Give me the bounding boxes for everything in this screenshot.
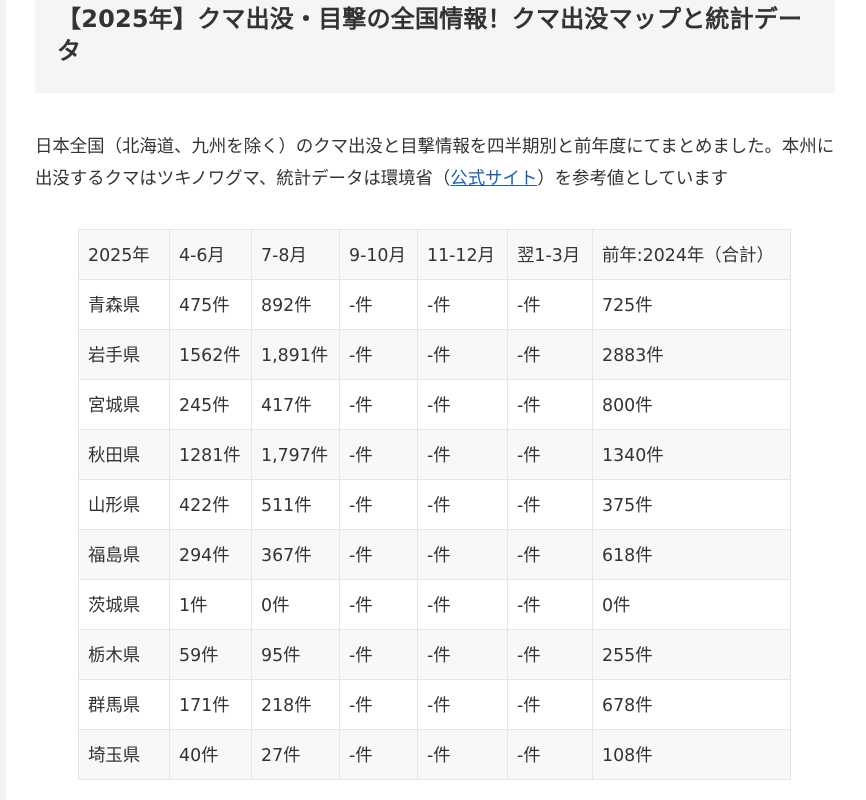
table-row: 青森県 475件 892件 -件 -件 -件 725件 — [78, 279, 791, 330]
table-cell: 892件 — [251, 279, 340, 330]
table-cell: 1,797件 — [251, 429, 340, 480]
table-cell: 422件 — [169, 479, 252, 530]
prefecture-cell: 栃木県 — [78, 629, 170, 680]
header-nov-dec: 11-12月 — [417, 229, 508, 280]
bear-sighting-table-wrapper: 2025年 4-6月 7-8月 9-10月 11-12月 翌1-3月 前年:20… — [78, 229, 791, 780]
table-cell: -件 — [507, 679, 593, 730]
table-cell: 108件 — [592, 729, 791, 780]
header-next-jan-mar: 翌1-3月 — [507, 229, 593, 280]
prefecture-cell: 埼玉県 — [78, 729, 170, 780]
official-site-link[interactable]: 公式サイト — [450, 169, 537, 189]
prefecture-cell: 青森県 — [78, 279, 170, 330]
table-cell: -件 — [417, 529, 508, 580]
table-cell: -件 — [339, 629, 418, 680]
intro-text-after-link: ）を参考値としています — [537, 169, 729, 189]
table-cell: 27件 — [251, 729, 340, 780]
table-cell: 294件 — [169, 529, 252, 580]
table-cell: -件 — [339, 379, 418, 430]
table-row: 岩手県 1562件 1,891件 -件 -件 -件 2883件 — [78, 329, 791, 380]
table-row: 宮城県 245件 417件 -件 -件 -件 800件 — [78, 379, 791, 430]
table-cell: -件 — [339, 329, 418, 380]
table-cell: 800件 — [592, 379, 791, 430]
table-cell: -件 — [339, 429, 418, 480]
section-heading: 【2025年】クマ出没・目撃の全国情報！クマ出没マップと統計データ — [57, 5, 803, 65]
prefecture-cell: 秋田県 — [78, 429, 170, 480]
section-heading-box: 【2025年】クマ出没・目撃の全国情報！クマ出没マップと統計データ — [35, 0, 835, 93]
table-cell: 475件 — [169, 279, 252, 330]
table-cell: 1件 — [169, 579, 252, 630]
table-cell: -件 — [339, 279, 418, 330]
table-cell: -件 — [417, 329, 508, 380]
bear-sighting-table: 2025年 4-6月 7-8月 9-10月 11-12月 翌1-3月 前年:20… — [78, 229, 791, 780]
table-cell: 367件 — [251, 529, 340, 580]
table-cell: -件 — [507, 479, 593, 530]
header-jul-aug: 7-8月 — [251, 229, 340, 280]
header-prev-year-total: 前年:2024年（合計） — [592, 229, 791, 280]
article-page: 【2025年】クマ出没・目撃の全国情報！クマ出没マップと統計データ 日本全国（北… — [6, 0, 866, 800]
table-cell: -件 — [507, 529, 593, 580]
table-row: 山形県 422件 511件 -件 -件 -件 375件 — [78, 479, 791, 530]
prefecture-cell: 福島県 — [78, 529, 170, 580]
table-row: 埼玉県 40件 27件 -件 -件 -件 108件 — [78, 729, 791, 780]
prefecture-cell: 茨城県 — [78, 579, 170, 630]
table-cell: -件 — [339, 529, 418, 580]
table-cell: 59件 — [169, 629, 252, 680]
table-cell: 255件 — [592, 629, 791, 680]
prefecture-cell: 岩手県 — [78, 329, 170, 380]
table-row: 栃木県 59件 95件 -件 -件 -件 255件 — [78, 629, 791, 680]
table-cell: 1,891件 — [251, 329, 340, 380]
table-cell: -件 — [507, 329, 593, 380]
table-row: 福島県 294件 367件 -件 -件 -件 618件 — [78, 529, 791, 580]
table-cell: -件 — [507, 429, 593, 480]
table-header-row: 2025年 4-6月 7-8月 9-10月 11-12月 翌1-3月 前年:20… — [78, 229, 791, 280]
table-cell: 511件 — [251, 479, 340, 530]
table-cell: 2883件 — [592, 329, 791, 380]
table-cell: 245件 — [169, 379, 252, 430]
table-cell: 678件 — [592, 679, 791, 730]
table-cell: -件 — [417, 579, 508, 630]
table-cell: -件 — [339, 479, 418, 530]
prefecture-cell: 群馬県 — [78, 679, 170, 730]
table-row: 群馬県 171件 218件 -件 -件 -件 678件 — [78, 679, 791, 730]
table-cell: -件 — [507, 379, 593, 430]
table-cell: -件 — [339, 679, 418, 730]
table-cell: 0件 — [251, 579, 340, 630]
table-cell: -件 — [417, 629, 508, 680]
table-cell: 0件 — [592, 579, 791, 630]
table-cell: -件 — [507, 579, 593, 630]
table-row: 茨城県 1件 0件 -件 -件 -件 0件 — [78, 579, 791, 630]
header-sep-oct: 9-10月 — [339, 229, 418, 280]
table-row: 秋田県 1281件 1,797件 -件 -件 -件 1340件 — [78, 429, 791, 480]
table-cell: -件 — [507, 629, 593, 680]
table-cell: -件 — [417, 479, 508, 530]
table-cell: -件 — [507, 729, 593, 780]
header-apr-jun: 4-6月 — [169, 229, 252, 280]
table-cell: 218件 — [251, 679, 340, 730]
table-cell: -件 — [417, 679, 508, 730]
table-cell: -件 — [339, 729, 418, 780]
table-cell: -件 — [417, 429, 508, 480]
table-cell: 1562件 — [169, 329, 252, 380]
table-cell: -件 — [417, 379, 508, 430]
table-cell: 618件 — [592, 529, 791, 580]
header-year: 2025年 — [78, 229, 170, 280]
table-cell: -件 — [507, 279, 593, 330]
table-cell: -件 — [339, 579, 418, 630]
table-cell: 95件 — [251, 629, 340, 680]
table-cell: 1340件 — [592, 429, 791, 480]
prefecture-cell: 山形県 — [78, 479, 170, 530]
table-cell: 417件 — [251, 379, 340, 430]
table-cell: -件 — [417, 729, 508, 780]
table-cell: 375件 — [592, 479, 791, 530]
intro-paragraph: 日本全国（北海道、九州を除く）のクマ出没と目撃情報を四半期別と前年度にてまとめま… — [35, 131, 835, 195]
table-cell: 40件 — [169, 729, 252, 780]
table-cell: 171件 — [169, 679, 252, 730]
table-cell: 1281件 — [169, 429, 252, 480]
table-cell: 725件 — [592, 279, 791, 330]
table-cell: -件 — [417, 279, 508, 330]
prefecture-cell: 宮城県 — [78, 379, 170, 430]
